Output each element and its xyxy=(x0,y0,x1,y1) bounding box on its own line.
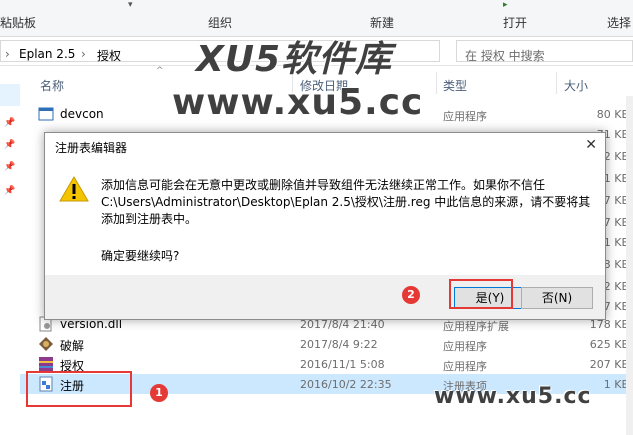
archive-icon xyxy=(38,356,54,372)
watermark-title: XU5软件库 xyxy=(196,39,393,80)
highlight-box-2 xyxy=(449,279,513,309)
highlight-box-1 xyxy=(26,371,132,407)
step-badge-2: 2 xyxy=(402,286,420,304)
watermark-url-bottom: www.xu5.cc xyxy=(434,384,592,409)
column-size[interactable]: 大小 xyxy=(564,77,588,94)
dialog-message: 添加信息可能会在无意中更改或删除值并导致组件无法继续正常工作。如果你不信任 C:… xyxy=(101,177,591,228)
column-name[interactable]: 名称 xyxy=(40,77,64,94)
breadcrumb-chevron-icon: › xyxy=(5,47,10,61)
navigation-pane: 📌 📌 📌 📌 xyxy=(0,66,20,435)
pin-icon[interactable]: 📌 xyxy=(4,162,15,172)
file-type: 应用程序扩展 xyxy=(443,320,509,333)
pin-icon[interactable]: 📌 xyxy=(4,186,15,196)
close-icon[interactable]: ✕ xyxy=(585,137,597,153)
ribbon-group-organize[interactable]: 组织 xyxy=(208,14,232,31)
search-input[interactable]: 在 授权 中搜索 xyxy=(456,40,633,63)
message-line-2: C:\Users\Administrator\Desktop\Eplan 2.5… xyxy=(101,195,591,209)
breadcrumb-license[interactable]: 授权 xyxy=(97,47,121,64)
pin-icon[interactable]: 📌 xyxy=(4,118,15,128)
registry-editor-dialog: 注册表编辑器 ✕ 添加信息可能会在无意中更改或删除值并导致组件无法继续正常工作。… xyxy=(44,132,606,320)
exe-icon xyxy=(38,336,54,352)
pin-icon[interactable]: 📌 xyxy=(4,140,15,150)
nav-selected-item[interactable] xyxy=(0,84,20,106)
exe-icon xyxy=(38,106,54,122)
message-line-1: 添加信息可能会在无意中更改或删除值并导致组件无法继续正常工作。如果你不信任 xyxy=(101,178,546,192)
dialog-body: 添加信息可能会在无意中更改或删除值并导致组件无法继续正常工作。如果你不信任 C:… xyxy=(45,161,605,275)
watermark-url: www.xu5.cc xyxy=(172,82,424,123)
file-size: 625 KB xyxy=(589,338,629,351)
file-row[interactable]: 破解 2017/8/4 9:22 应用程序 625 KB xyxy=(20,334,633,354)
ribbon-group-new[interactable]: 新建 xyxy=(370,14,394,31)
ribbon-group-open[interactable]: 打开 xyxy=(503,14,527,31)
file-type: 应用程序 xyxy=(443,110,487,123)
file-size: 207 KB xyxy=(589,358,629,371)
file-size: 80 KB xyxy=(596,108,629,121)
breadcrumb-sep-icon: › xyxy=(81,47,86,61)
file-type: 应用程序 xyxy=(443,360,487,373)
file-name: 破解 xyxy=(60,339,85,353)
column-divider[interactable] xyxy=(436,72,437,94)
search-placeholder: 在 授权 中搜索 xyxy=(465,49,545,63)
ribbon-clipboard-label: 粘贴板 xyxy=(0,16,37,30)
sort-up-icon: ^ xyxy=(156,66,164,76)
scrollbar[interactable] xyxy=(626,96,633,435)
column-divider[interactable] xyxy=(556,72,557,94)
ribbon-open-icon: ▸ xyxy=(503,0,508,10)
file-type: 应用程序 xyxy=(443,340,487,353)
column-type[interactable]: 类型 xyxy=(443,77,467,94)
ribbon-group-select[interactable]: 选择 xyxy=(607,14,631,31)
no-button[interactable]: 否(N) xyxy=(521,287,593,309)
breadcrumb-eplan[interactable]: Eplan 2.5 xyxy=(19,47,75,61)
dialog-footer: 是(Y) 否(N) xyxy=(45,275,605,319)
message-line-3: 添加到注册表中。 xyxy=(101,212,198,226)
dialog-title: 注册表编辑器 xyxy=(55,141,128,155)
file-date: 2016/10/2 22:35 xyxy=(300,378,392,391)
warning-icon xyxy=(59,175,89,206)
dialog-confirm-text: 确定要继续吗? xyxy=(101,249,180,263)
file-date: 2016/11/1 5:08 xyxy=(300,358,385,371)
file-date: 2017/8/4 9:22 xyxy=(300,338,378,351)
step-badge-1: 1 xyxy=(150,384,168,402)
file-name: devcon xyxy=(60,107,104,121)
ribbon-arrow-icon: ▾ xyxy=(128,0,133,10)
